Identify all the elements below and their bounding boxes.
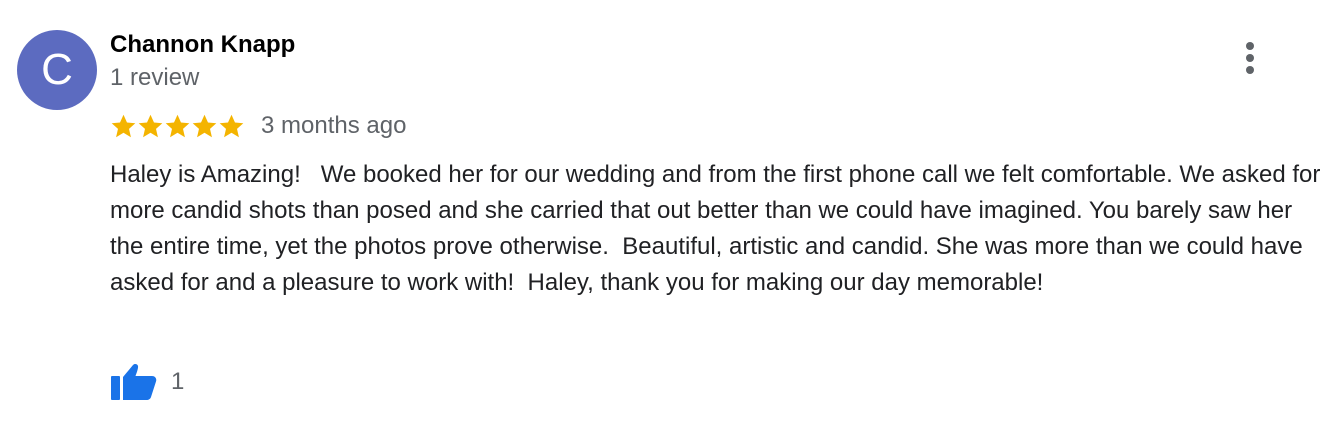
avatar[interactable]: C [17,30,97,110]
reviewer-review-count: 1 review [110,64,200,91]
star-icon [165,114,190,137]
rating-row: 3 months ago [110,110,406,142]
star-icon [111,114,136,137]
thumbs-up-icon [111,363,157,400]
more-options-button[interactable] [1232,38,1268,78]
star-icon [192,114,217,137]
star-rating [110,113,245,140]
star-icon [219,114,244,137]
more-vert-icon [1246,42,1254,74]
review-time: 3 months ago [261,112,407,139]
reviewer-name[interactable]: Channon Knapp [110,31,295,59]
star-icon [138,114,163,137]
like-button[interactable] [110,362,158,402]
like-count: 1 [171,368,185,395]
review-text: Haley is Amazing! We booked her for our … [110,161,1328,296]
like-row: 1 [110,362,184,402]
